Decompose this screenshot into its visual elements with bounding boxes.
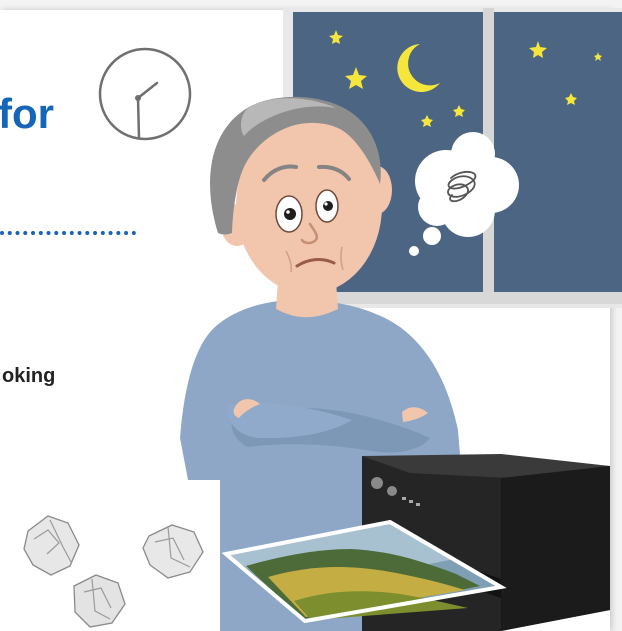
crumpled-paper-icon <box>23 515 204 628</box>
illustration <box>23 8 622 631</box>
page: for oking <box>0 0 622 631</box>
clock-icon <box>98 47 192 141</box>
